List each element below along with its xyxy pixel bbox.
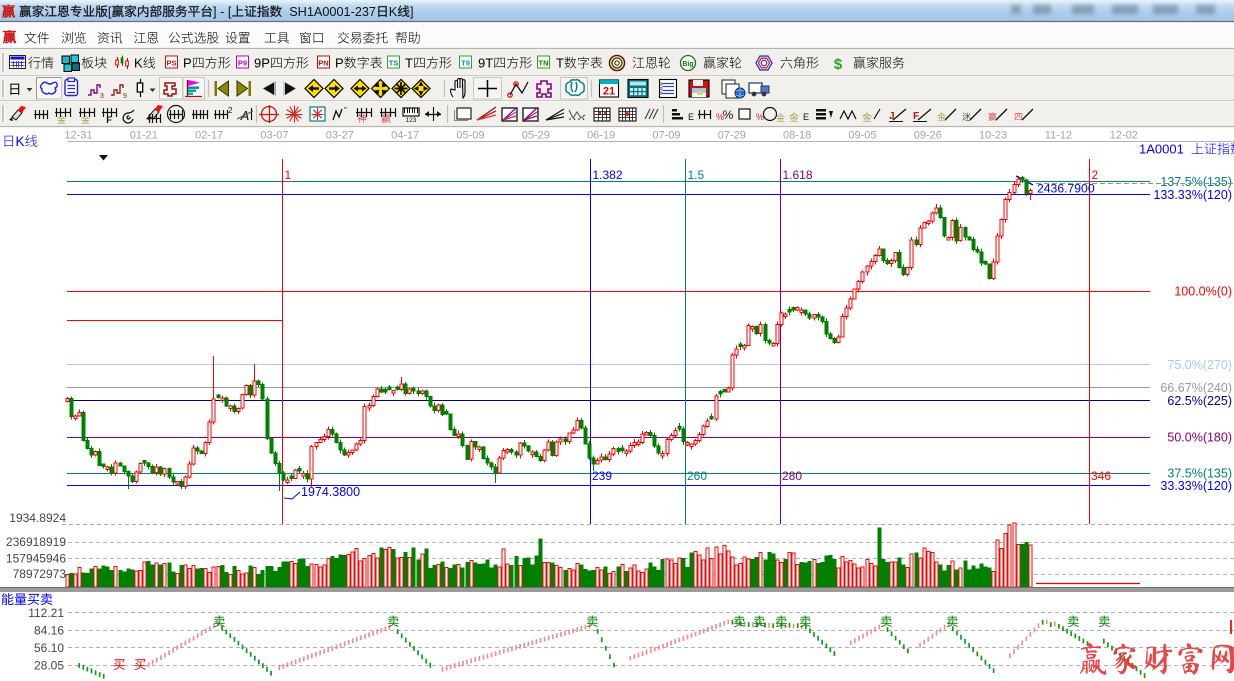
svg-text:K: K	[134, 56, 143, 71]
svg-text:%: %	[756, 112, 764, 122]
svg-text:TS: TS	[389, 58, 399, 67]
svg-text:04-17: 04-17	[391, 130, 419, 142]
svg-text:1: 1	[285, 168, 292, 182]
svg-text:2: 2	[1092, 168, 1099, 182]
svg-text:11-12: 11-12	[1045, 130, 1072, 142]
svg-text:E: E	[803, 112, 809, 122]
svg-text:2436.7900: 2436.7900	[1037, 182, 1095, 196]
svg-text:T9: T9	[461, 58, 470, 67]
svg-text:P: P	[183, 56, 192, 71]
svg-text:10-23: 10-23	[979, 130, 1007, 142]
svg-text:K: K	[16, 134, 25, 149]
svg-text:157945946: 157945946	[6, 552, 66, 566]
svg-text:05-09: 05-09	[456, 130, 484, 142]
svg-text:236918919: 236918919	[6, 535, 66, 549]
svg-text:78972973: 78972973	[13, 567, 67, 581]
svg-text:28.05: 28.05	[34, 659, 64, 673]
svg-text:P9: P9	[238, 58, 247, 67]
svg-text:02-17: 02-17	[195, 130, 223, 142]
svg-text:133.33%(120): 133.33%(120)	[1153, 188, 1232, 202]
svg-text:08-18: 08-18	[783, 130, 811, 142]
svg-text:9P: 9P	[254, 56, 270, 71]
svg-text:239: 239	[592, 469, 612, 483]
svg-text:09-05: 09-05	[848, 130, 876, 142]
svg-text:112.21: 112.21	[28, 606, 64, 620]
svg-text:1.618: 1.618	[783, 168, 813, 182]
svg-text:12-02: 12-02	[1110, 130, 1138, 142]
svg-text:9T: 9T	[478, 56, 493, 71]
svg-text:346: 346	[1091, 469, 1111, 483]
svg-text:[: [	[108, 5, 112, 19]
svg-text:50.0%(180): 50.0%(180)	[1167, 431, 1232, 445]
svg-text:75.0%(270): 75.0%(270)	[1167, 358, 1232, 372]
svg-text:] - [: ] - [	[213, 5, 232, 19]
svg-text:12-31: 12-31	[64, 130, 92, 142]
svg-text:Big: Big	[682, 61, 693, 68]
svg-text:84.16: 84.16	[34, 624, 64, 638]
svg-text:K: K	[389, 5, 398, 19]
svg-text:137.5%(135): 137.5%(135)	[1160, 175, 1232, 189]
svg-text:280: 280	[782, 469, 802, 483]
svg-text:56.10: 56.10	[34, 641, 64, 655]
svg-text:03-07: 03-07	[260, 130, 288, 142]
svg-text:07-09: 07-09	[652, 130, 680, 142]
svg-text:$: $	[834, 56, 843, 73]
svg-text:09-26: 09-26	[914, 130, 942, 142]
svg-text:]: ]	[410, 5, 414, 19]
svg-text:PS: PS	[166, 58, 176, 67]
svg-text:123: 123	[406, 117, 417, 124]
svg-text:100.0%(0): 100.0%(0)	[1174, 285, 1232, 299]
svg-text:TN: TN	[539, 58, 549, 67]
svg-text:03-27: 03-27	[326, 130, 354, 142]
svg-text:2: 2	[228, 106, 233, 115]
svg-text:J: J	[889, 111, 895, 122]
svg-text:9: 9	[123, 93, 127, 100]
svg-text:01-21: 01-21	[130, 130, 158, 142]
svg-text:T: T	[405, 56, 413, 71]
svg-text:F: F	[913, 111, 919, 122]
svg-text:P: P	[335, 56, 344, 71]
svg-text:PN: PN	[318, 58, 328, 67]
svg-text:%: %	[723, 108, 734, 122]
svg-text:F: F	[106, 115, 112, 125]
svg-text:33.33%(120): 33.33%(120)	[1160, 479, 1232, 493]
svg-text:": "	[344, 106, 347, 115]
svg-text:3: 3	[100, 93, 104, 100]
svg-text:1974.3800: 1974.3800	[301, 485, 360, 499]
svg-text:T: T	[556, 56, 564, 71]
svg-text:260: 260	[687, 469, 707, 483]
svg-text:E: E	[688, 112, 694, 122]
svg-text:21: 21	[603, 86, 615, 98]
svg-text:05-29: 05-29	[522, 130, 550, 142]
svg-text:1.5: 1.5	[688, 168, 705, 182]
svg-text:1.382: 1.382	[593, 168, 623, 182]
svg-text:SH1A0001-237: SH1A0001-237	[282, 5, 376, 19]
svg-text:06-19: 06-19	[587, 130, 615, 142]
svg-text:62.5%(225): 62.5%(225)	[1167, 394, 1232, 408]
svg-text:66.67%(240): 66.67%(240)	[1160, 381, 1232, 395]
svg-text:1A0001: 1A0001	[1139, 142, 1191, 157]
svg-text:07-29: 07-29	[718, 130, 746, 142]
svg-text:1934.8924: 1934.8924	[9, 511, 66, 525]
